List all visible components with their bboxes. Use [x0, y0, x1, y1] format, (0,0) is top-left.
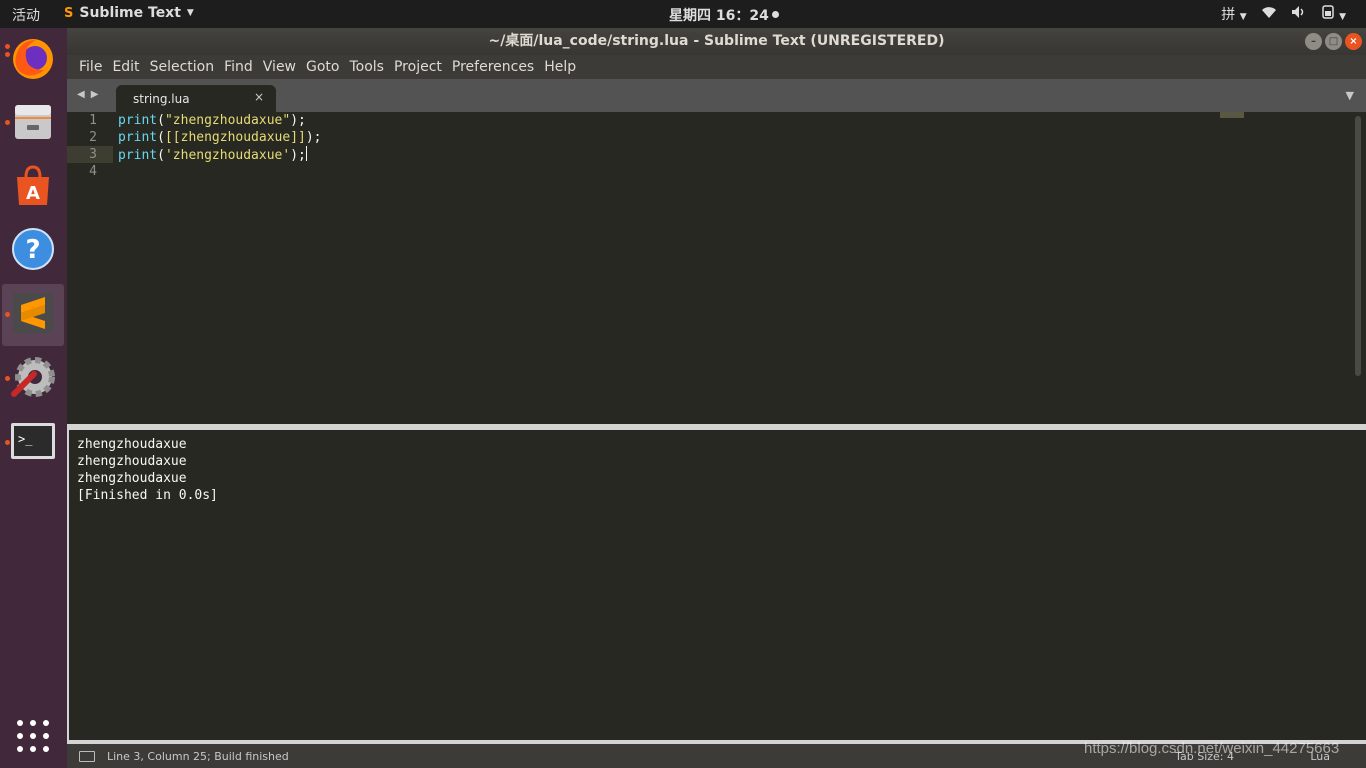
line-number: 1 — [89, 113, 97, 128]
menu-view[interactable]: View — [258, 59, 301, 75]
launcher-terminal[interactable]: >_ — [2, 412, 64, 474]
code-editor[interactable]: 1 print("zhengzhoudaxue"); 2 print([[zhe… — [67, 112, 1366, 424]
launcher: A ? >_ — [0, 28, 67, 768]
launcher-help[interactable]: ? — [2, 220, 64, 282]
line-number: 3 — [67, 146, 113, 163]
running-indicator — [5, 312, 10, 317]
svg-text:>_: >_ — [18, 432, 33, 446]
launcher-files[interactable] — [2, 92, 64, 154]
help-icon: ? — [11, 227, 55, 275]
code-line: 2 print([[zhengzhoudaxue]]); — [67, 129, 1347, 146]
svg-text:?: ? — [25, 235, 40, 265]
close-icon[interactable]: × — [1345, 33, 1362, 50]
minimap[interactable] — [1220, 112, 1244, 118]
sublime-text-icon — [11, 291, 55, 339]
firefox-icon — [10, 36, 56, 86]
menu-find[interactable]: Find — [219, 59, 258, 75]
clock[interactable]: 星期四 16：24 — [669, 5, 779, 25]
output-line: zhengzhoudaxue — [77, 454, 187, 469]
tab-bar: ◀ ▶ string.lua × ▼ — [67, 79, 1366, 112]
software-center-icon: A — [11, 163, 55, 211]
svg-text:A: A — [26, 183, 40, 204]
chevron-down-icon: ▼ — [186, 8, 194, 18]
running-indicator — [5, 376, 10, 381]
top-panel: 活动 S Sublime Text ▼ 星期四 16：24 拼 ▼ ▼ — [0, 0, 1366, 28]
window-titlebar[interactable]: ~/桌面/lua_code/string.lua - Sublime Text … — [67, 28, 1366, 55]
app-menu[interactable]: S Sublime Text ▼ — [64, 5, 194, 21]
editor-scrollbar[interactable] — [1355, 116, 1361, 376]
app-menu-label: Sublime Text — [79, 5, 181, 21]
output-line: zhengzhoudaxue — [77, 437, 187, 452]
terminal-icon: >_ — [10, 421, 56, 465]
window-controls: – □ × — [1305, 33, 1362, 50]
menu-edit[interactable]: Edit — [107, 59, 144, 75]
watermark: https://blog.csdn.net/weixin_44275663 — [1084, 740, 1340, 757]
code-line: 4 — [67, 163, 1347, 180]
menu-bar: File Edit Selection Find View Goto Tools… — [67, 55, 1366, 79]
line-code: print("zhengzhoudaxue"); — [118, 113, 306, 128]
window-title: ~/桌面/lua_code/string.lua - Sublime Text … — [488, 33, 945, 49]
launcher-software[interactable]: A — [2, 156, 64, 218]
files-icon — [11, 99, 55, 147]
system-tray: 拼 ▼ ▼ — [1221, 4, 1346, 24]
sublime-small-icon: S — [64, 5, 74, 21]
running-indicator — [5, 44, 10, 49]
tab-navigation: ◀ ▶ — [77, 89, 98, 100]
chevron-down-icon: ▼ — [1339, 12, 1346, 22]
activities-button[interactable]: 活动 — [12, 5, 40, 25]
input-method-indicator[interactable]: 拼 ▼ — [1221, 4, 1246, 24]
input-method-label: 拼 — [1221, 7, 1236, 23]
status-text: Line 3, Column 25; Build finished — [107, 750, 289, 763]
tab-list-dropdown-icon[interactable]: ▼ — [1346, 89, 1354, 102]
text-cursor — [305, 146, 307, 161]
sublime-window: ~/桌面/lua_code/string.lua - Sublime Text … — [67, 28, 1366, 768]
menu-goto[interactable]: Goto — [301, 59, 344, 75]
notification-dot-icon — [771, 11, 779, 18]
code-line-current: 3 print('zhengzhoudaxue'); — [67, 146, 1347, 163]
tab-prev-icon[interactable]: ◀ — [77, 89, 85, 100]
tab-label: string.lua — [133, 92, 190, 106]
menu-help[interactable]: Help — [539, 59, 581, 75]
clock-label: 星期四 16：24 — [669, 8, 769, 24]
launcher-settings[interactable] — [2, 348, 64, 410]
settings-icon — [10, 354, 56, 404]
menu-project[interactable]: Project — [389, 59, 447, 75]
running-indicator — [5, 52, 10, 57]
launcher-firefox[interactable] — [2, 30, 64, 92]
menu-file[interactable]: File — [74, 59, 107, 75]
menu-preferences[interactable]: Preferences — [447, 59, 539, 75]
show-apps-icon[interactable] — [15, 718, 51, 754]
minimize-icon[interactable]: – — [1305, 33, 1322, 50]
maximize-icon[interactable]: □ — [1325, 33, 1342, 50]
wifi-icon[interactable] — [1261, 5, 1277, 23]
output-line: zhengzhoudaxue — [77, 471, 187, 486]
output-line: [Finished in 0.0s] — [77, 488, 218, 503]
menu-selection[interactable]: Selection — [145, 59, 220, 75]
tab-next-icon[interactable]: ▶ — [91, 89, 99, 100]
panel-toggle-icon[interactable] — [79, 751, 95, 762]
tab-close-icon[interactable]: × — [254, 90, 264, 104]
running-indicator — [5, 120, 10, 125]
volume-icon[interactable] — [1291, 5, 1307, 23]
system-menu-icon[interactable]: ▼ — [1321, 5, 1346, 23]
launcher-sublime[interactable] — [2, 284, 64, 346]
build-output-panel[interactable]: zhengzhoudaxue zhengzhoudaxue zhengzhoud… — [67, 430, 1366, 740]
line-code: print([[zhengzhoudaxue]]); — [118, 130, 322, 145]
line-code: print('zhengzhoudaxue'); — [118, 146, 307, 163]
code-line: 1 print("zhengzhoudaxue"); — [67, 112, 1347, 129]
line-number: 2 — [89, 130, 97, 145]
chevron-down-icon: ▼ — [1239, 12, 1247, 22]
tab-string-lua[interactable]: string.lua × — [116, 85, 276, 112]
menu-tools[interactable]: Tools — [344, 59, 389, 75]
line-number: 4 — [89, 164, 97, 179]
running-indicator — [5, 440, 10, 445]
